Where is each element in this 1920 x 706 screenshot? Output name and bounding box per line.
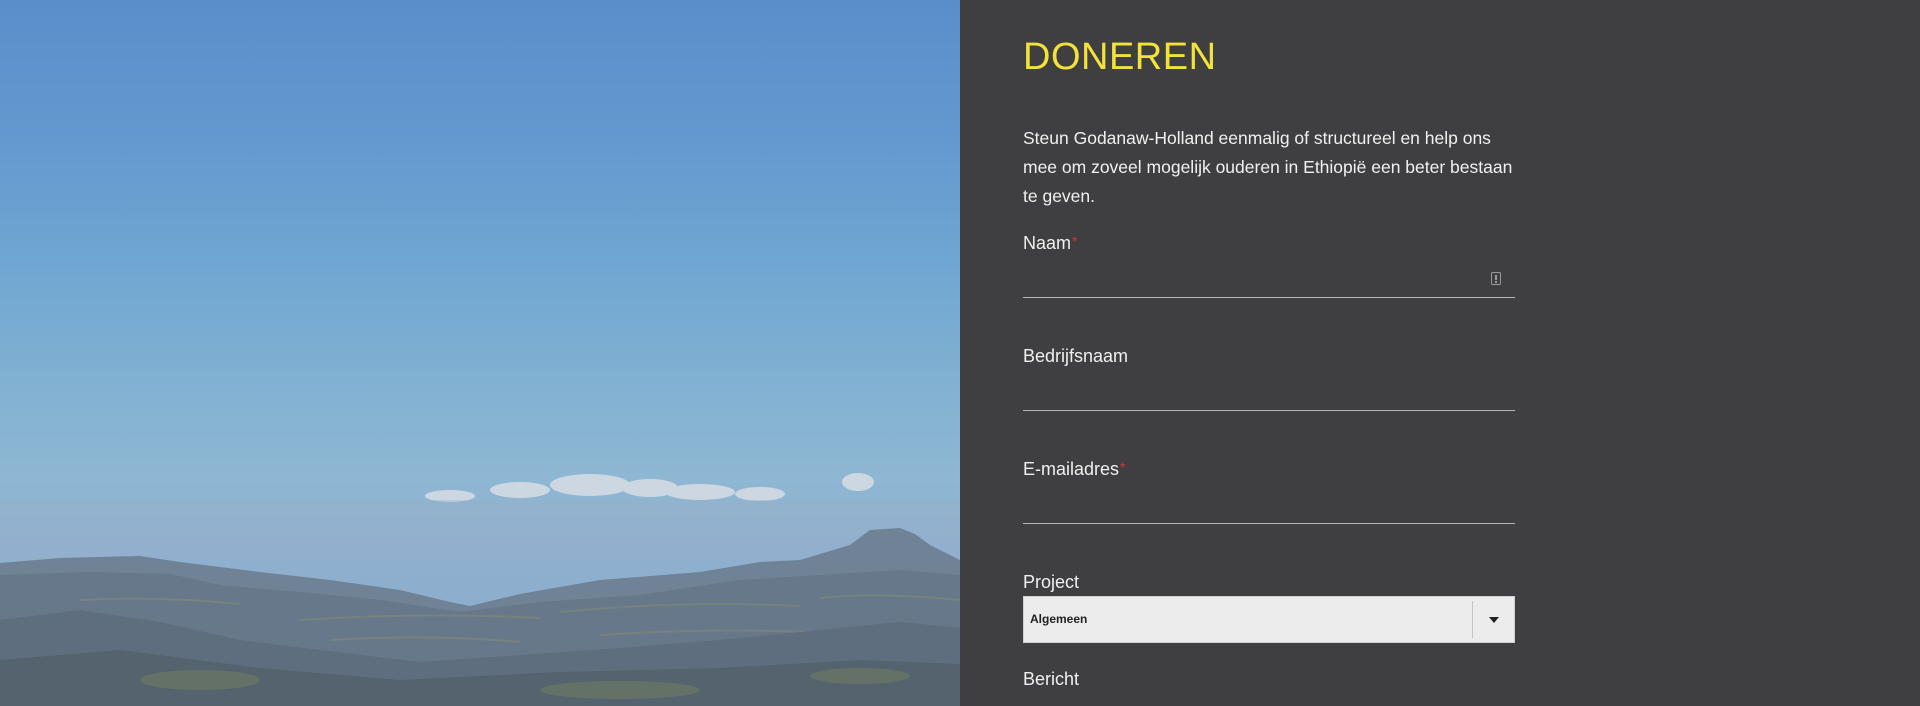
naam-label-text: Naam (1023, 233, 1072, 253)
caret-down-icon[interactable] (1489, 617, 1499, 623)
select-divider (1472, 601, 1473, 638)
email-label: E-mailadres* (1023, 459, 1515, 480)
donation-form-panel: DONEREN Steun Godanaw-Holland eenmalig o… (960, 0, 1920, 706)
bedrijfsnaam-label: Bedrijfsnaam (1023, 346, 1129, 366)
mountain-landscape-image (0, 473, 960, 706)
email-field: E-mailadres* (1023, 459, 1515, 524)
page-title: DONEREN (1023, 36, 1217, 78)
bericht-field: Bericht (1023, 669, 1515, 690)
email-label-text: E-mailadres (1023, 459, 1120, 479)
required-marker: * (1120, 459, 1126, 475)
bedrijfsnaam-input[interactable] (1023, 373, 1515, 411)
project-selected-value: Algemeen (1030, 612, 1088, 626)
bericht-label: Bericht (1023, 669, 1080, 689)
project-select[interactable]: Algemeen (1023, 596, 1515, 643)
project-label: Project (1023, 572, 1080, 592)
naam-field: Naam* (1023, 233, 1515, 298)
project-field: Project Algemeen (1023, 572, 1515, 643)
naam-label: Naam* (1023, 233, 1515, 254)
donation-page: DONEREN Steun Godanaw-Holland eenmalig o… (0, 0, 1920, 706)
naam-input[interactable] (1023, 260, 1515, 298)
intro-text: Steun Godanaw-Holland eenmalig of struct… (1023, 128, 1513, 206)
autofill-icon[interactable] (1491, 272, 1501, 285)
email-input[interactable] (1023, 486, 1515, 524)
required-marker: * (1072, 233, 1078, 249)
bedrijfsnaam-field: Bedrijfsnaam (1023, 346, 1515, 411)
landscape-photo (0, 0, 960, 706)
